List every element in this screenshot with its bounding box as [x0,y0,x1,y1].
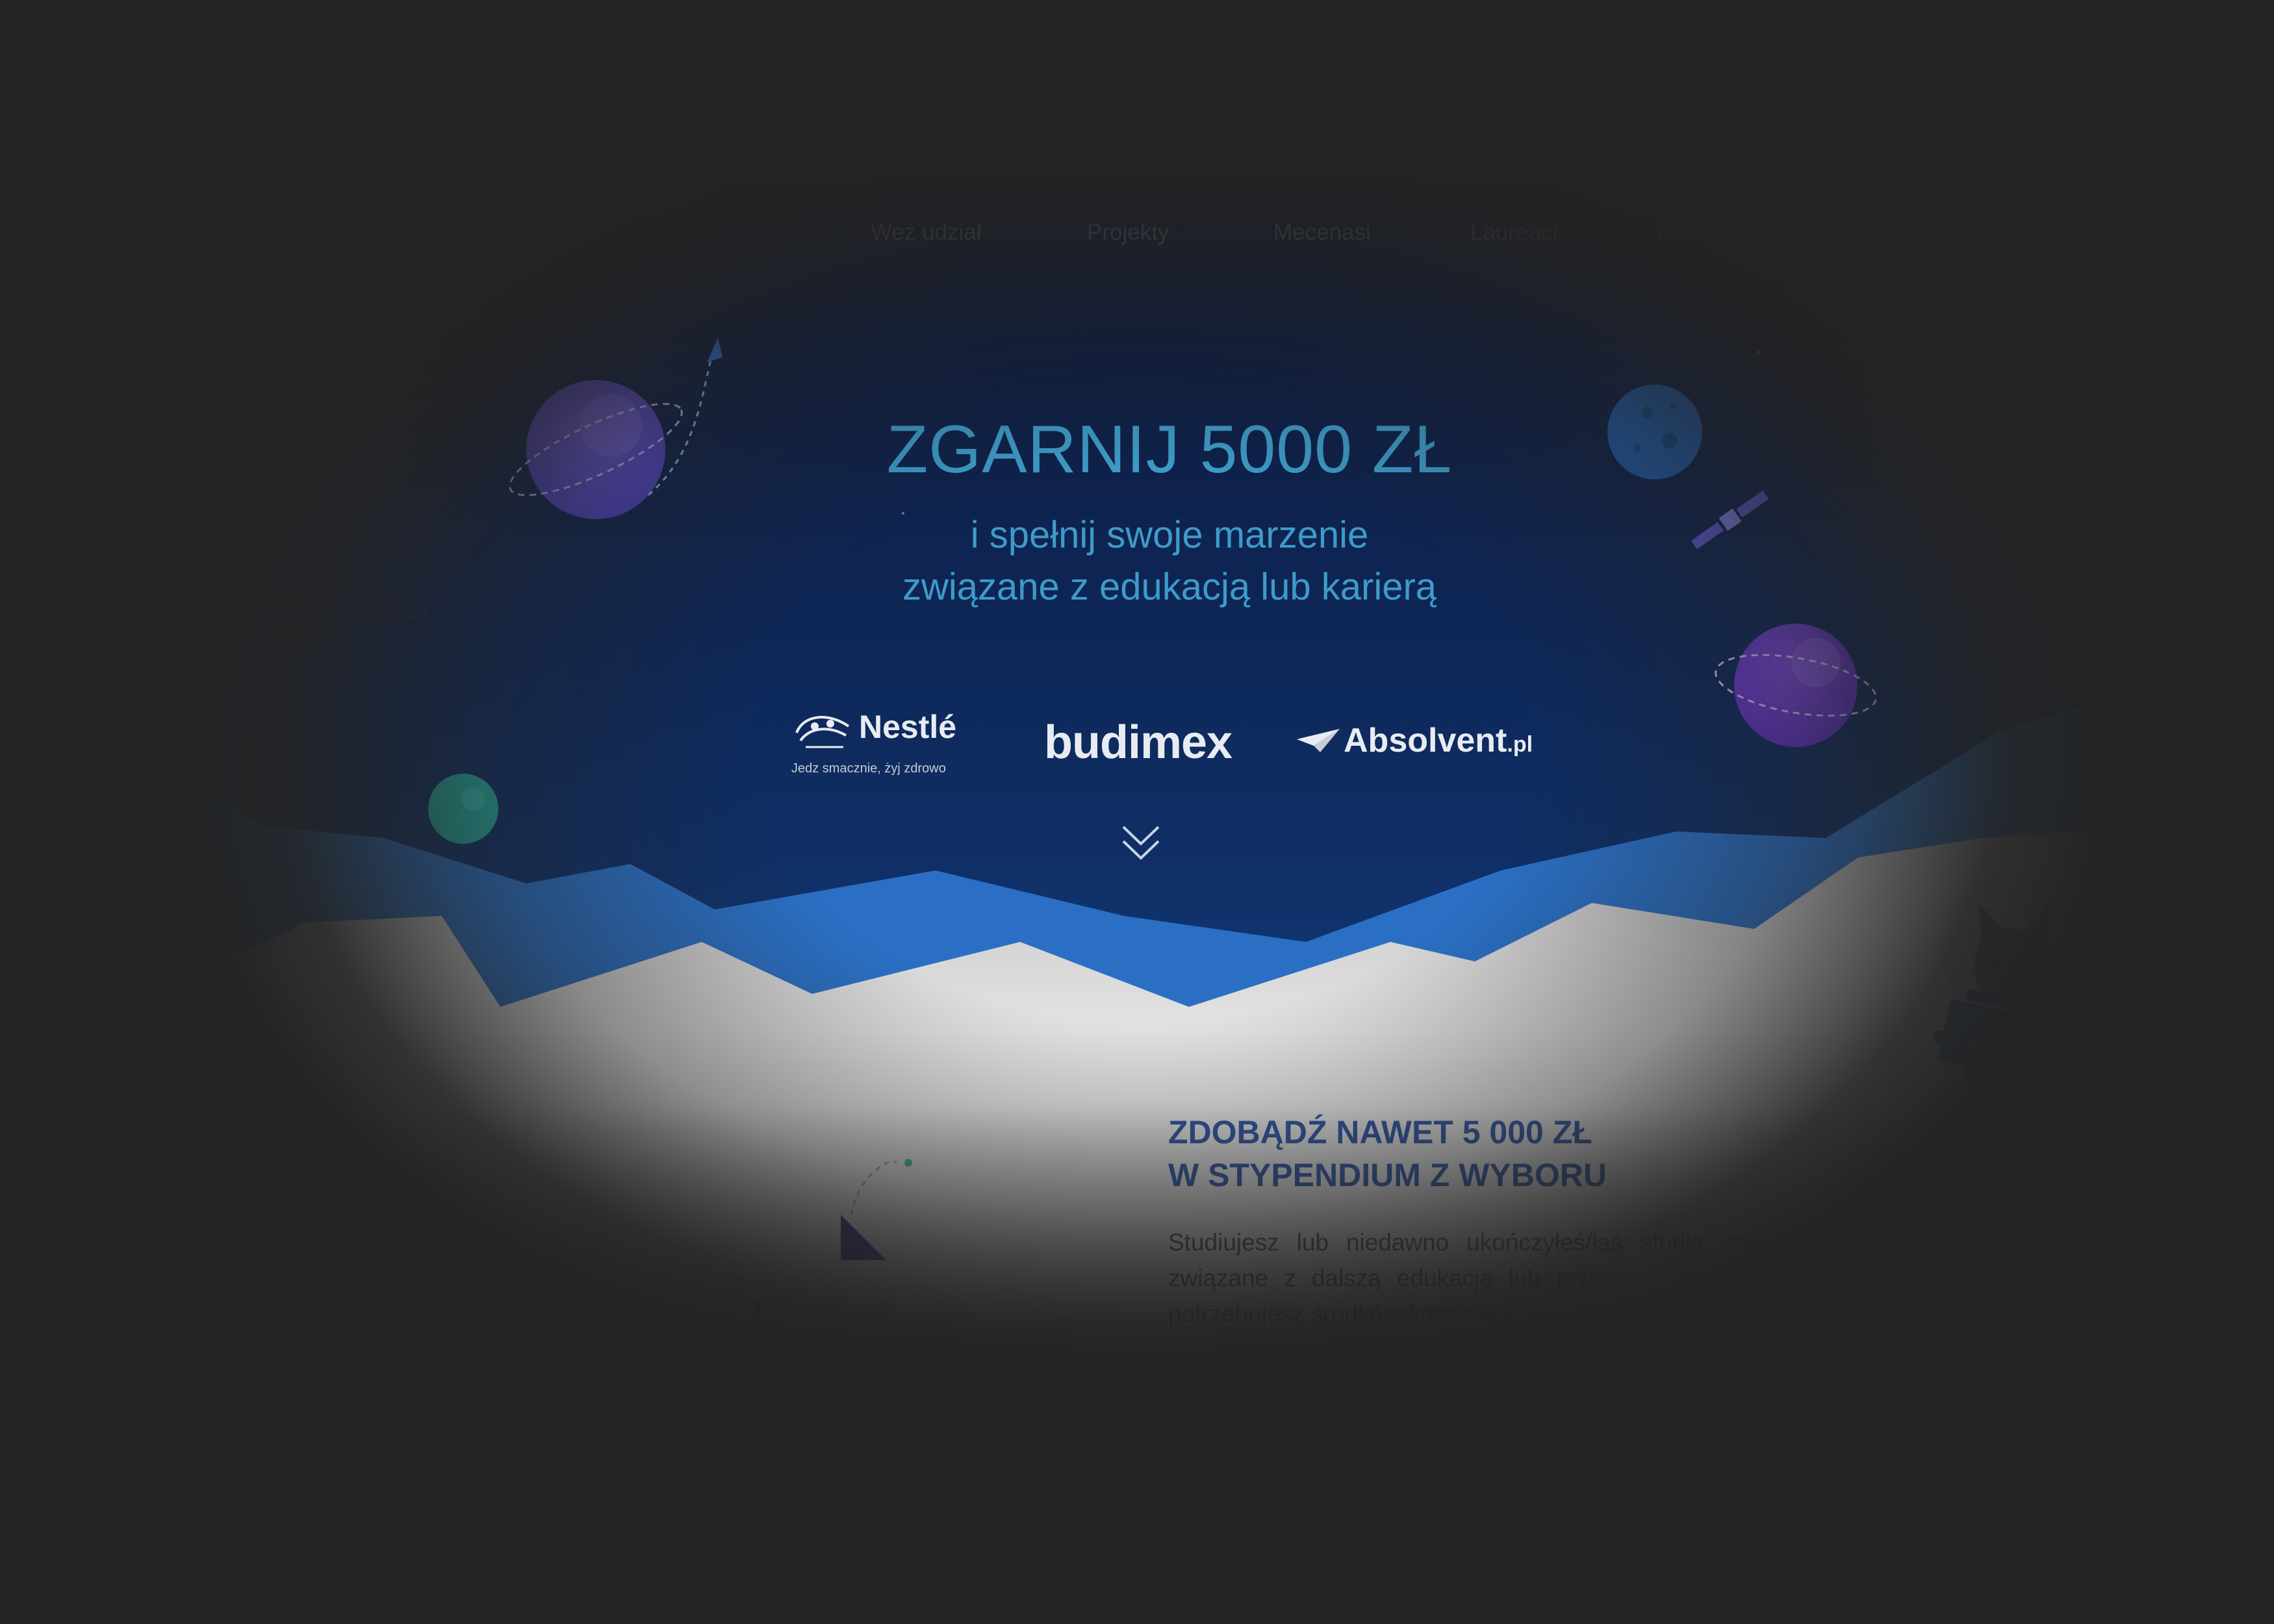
teal-planet [428,774,498,844]
paper-plane-icon [1297,729,1340,752]
sponsor-nestle[interactable]: Nestlé [859,708,956,746]
logo-subtext: Z WYBORU [260,244,327,255]
hero-subtitle-line1: i spełnij swoje marzenie [970,514,1369,556]
edition-label: V EDYCJA [426,223,537,248]
nav-item-laureaci[interactable]: Laureaci [1470,220,1557,246]
logo-tower-icon [222,223,244,265]
nav-item-wez-udzial[interactable]: Weź udział [871,220,982,246]
site-header: STYPENDIUM Z WYBORU V EDYCJA Weź udział … [162,182,2177,279]
website-viewport: ZNAMY LAUREATÓW STYPENDIUM Z WYBORU V ED… [162,182,2177,1416]
nav-item-mecenasi[interactable]: Mecenasi [1273,220,1371,246]
section-title-line1: ZDOBĄDŹ NAWET 5 000 ZŁ [1168,1114,1592,1150]
chevron-double-down-icon[interactable] [1121,822,1161,865]
screenshot-stage: ZNAMY LAUREATÓW STYPENDIUM Z WYBORU V ED… [0,0,2274,1624]
section-title-line2: W STYPENDIUM Z WYBORU [1168,1157,1607,1193]
sponsor-absolvent[interactable]: Absolvent.pl [1344,721,1533,760]
logo-text[interactable]: STYPENDIUM [260,222,394,244]
nav-item-projekty[interactable]: Projekty [1087,220,1169,246]
sponsor-nestle-tagline: Jedz smacznie, żyj zdrowo [791,761,946,776]
section-body: Studiujesz lub niedawno ukończyłeś/łaś s… [1168,1229,1902,1327]
sponsor-budimex[interactable]: budimex [1044,716,1233,769]
hero-title: ZGARNIJ 5000 ZŁ [886,412,1453,487]
sponsor-absolvent-name: Absolvent [1344,722,1507,759]
hero-subtitle-line2: związane z edukacją lub karierą [902,566,1437,608]
nestle-nest-icon [795,716,850,748]
nav-item-praktyki[interactable]: Praktyki i oferty pracy [1657,220,1874,246]
sponsor-absolvent-suffix: .pl [1507,732,1533,757]
logo-divider [398,226,400,257]
purple-planet-right [1715,624,1877,747]
